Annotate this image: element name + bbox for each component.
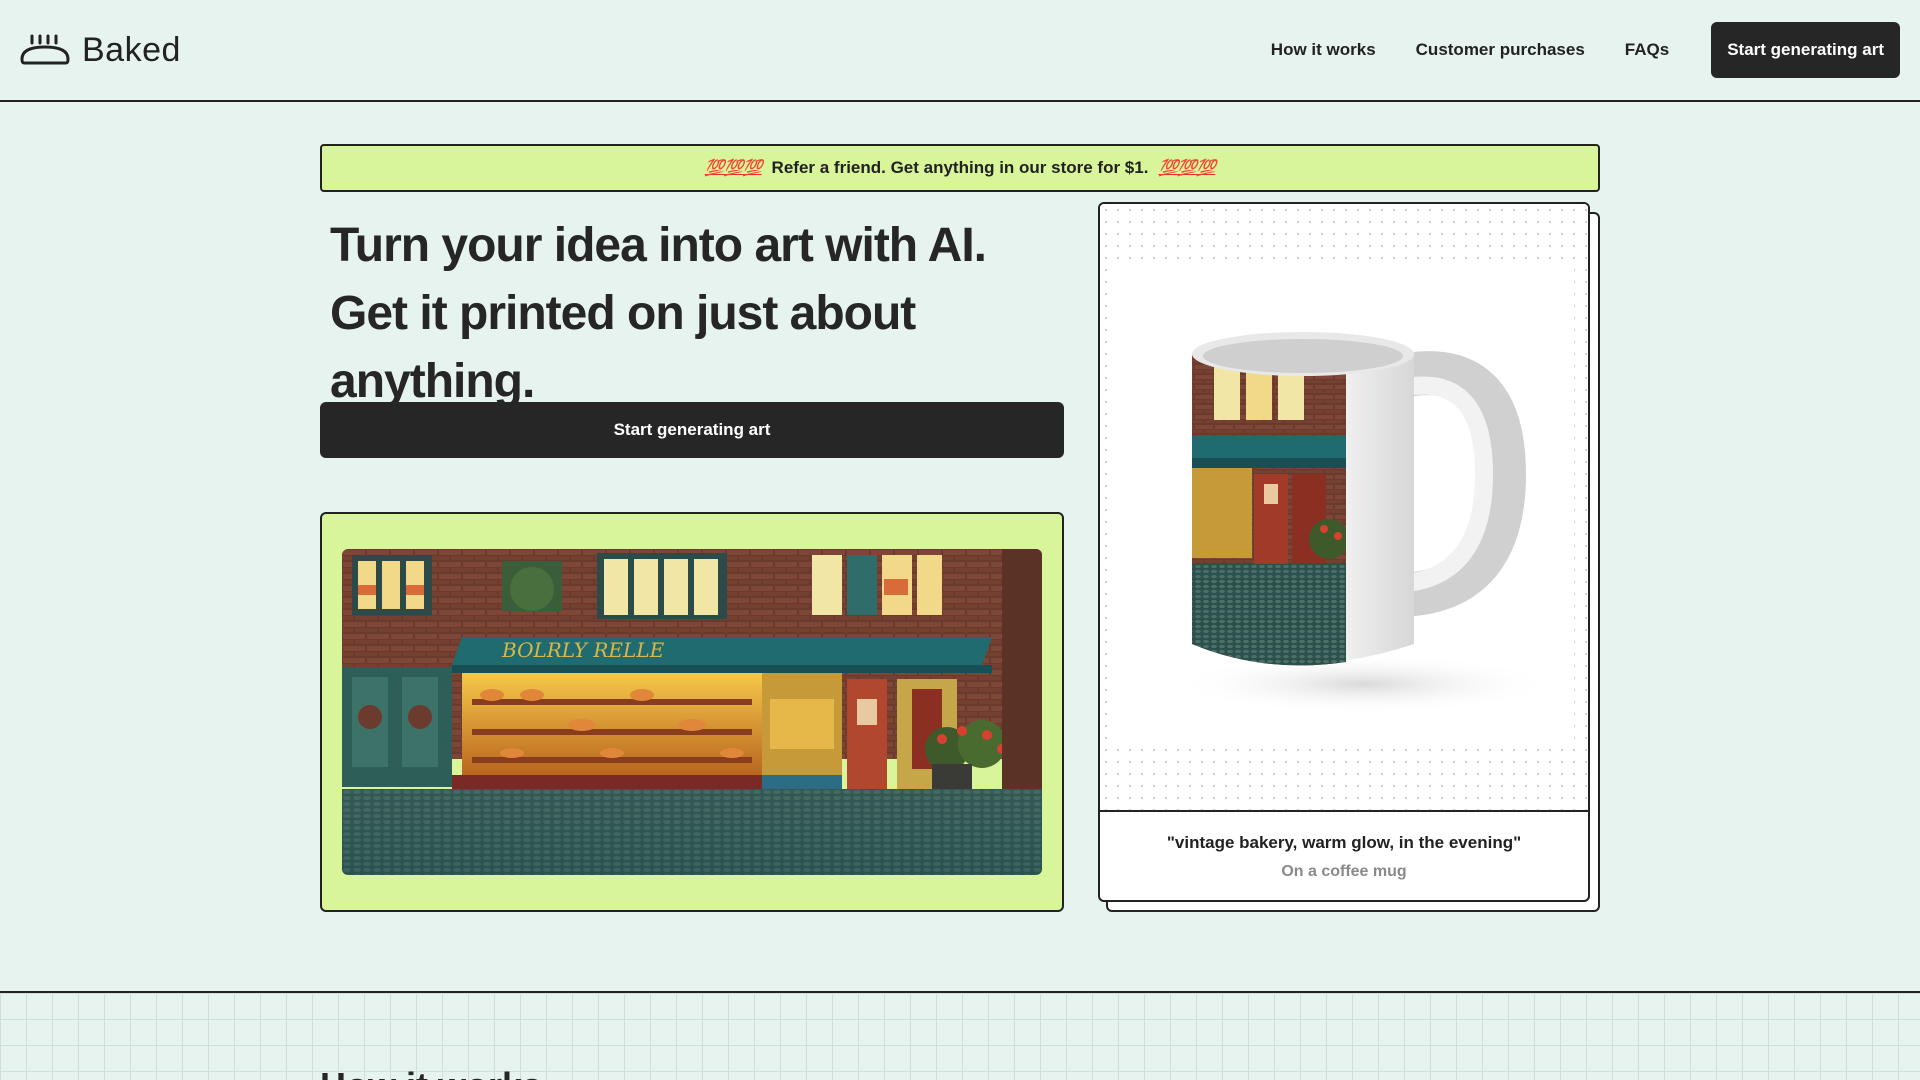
storefront-sign: BOLRLY RELLE xyxy=(501,638,665,662)
coffee-mug-image xyxy=(1114,264,1574,744)
how-it-works-section: How it works xyxy=(0,991,1920,1080)
logo-text: Baked xyxy=(82,30,181,69)
referral-banner[interactable]: 💯💯💯 Refer a friend. Get anything in our … xyxy=(320,144,1600,192)
product-type-label: On a coffee mug xyxy=(1281,863,1407,880)
hundred-emoji-icon: 💯💯💯 xyxy=(1158,160,1216,177)
hero-start-generating-button[interactable]: Start generating art xyxy=(320,402,1064,458)
product-image-area xyxy=(1100,204,1588,812)
art-preview-card: BOLRLY RELLE xyxy=(320,512,1064,912)
mug-illustration xyxy=(1174,332,1554,714)
hero-line-2: Get it printed on just about anything. xyxy=(330,287,916,408)
site-header: Baked How it works Customer purchases FA… xyxy=(0,0,1920,102)
product-caption: "vintage bakery, warm glow, in the eveni… xyxy=(1100,812,1588,900)
header-start-generating-button[interactable]: Start generating art xyxy=(1711,22,1900,78)
bread-loaf-icon xyxy=(20,34,70,65)
bakery-storefront-image: BOLRLY RELLE xyxy=(342,549,1042,875)
product-preview-card[interactable]: "vintage bakery, warm glow, in the eveni… xyxy=(1098,202,1590,902)
hundred-emoji-icon: 💯💯💯 xyxy=(704,160,763,177)
nav-customer-purchases[interactable]: Customer purchases xyxy=(1416,40,1585,60)
banner-text: Refer a friend. Get anything in our stor… xyxy=(771,158,1149,177)
hero-headline: Turn your idea into art with AI. Get it … xyxy=(330,212,1090,416)
prompt-quote: "vintage bakery, warm glow, in the eveni… xyxy=(1166,833,1522,852)
main-nav: How it works Customer purchases FAQs Sta… xyxy=(1271,22,1900,78)
nav-how-it-works[interactable]: How it works xyxy=(1271,40,1376,60)
logo-link[interactable]: Baked xyxy=(20,31,181,70)
hero-line-1: Turn your idea into art with AI. xyxy=(330,219,987,272)
storefront-illustration: BOLRLY RELLE xyxy=(342,549,1042,875)
nav-faqs[interactable]: FAQs xyxy=(1625,40,1669,60)
section-heading: How it works xyxy=(320,1065,542,1080)
